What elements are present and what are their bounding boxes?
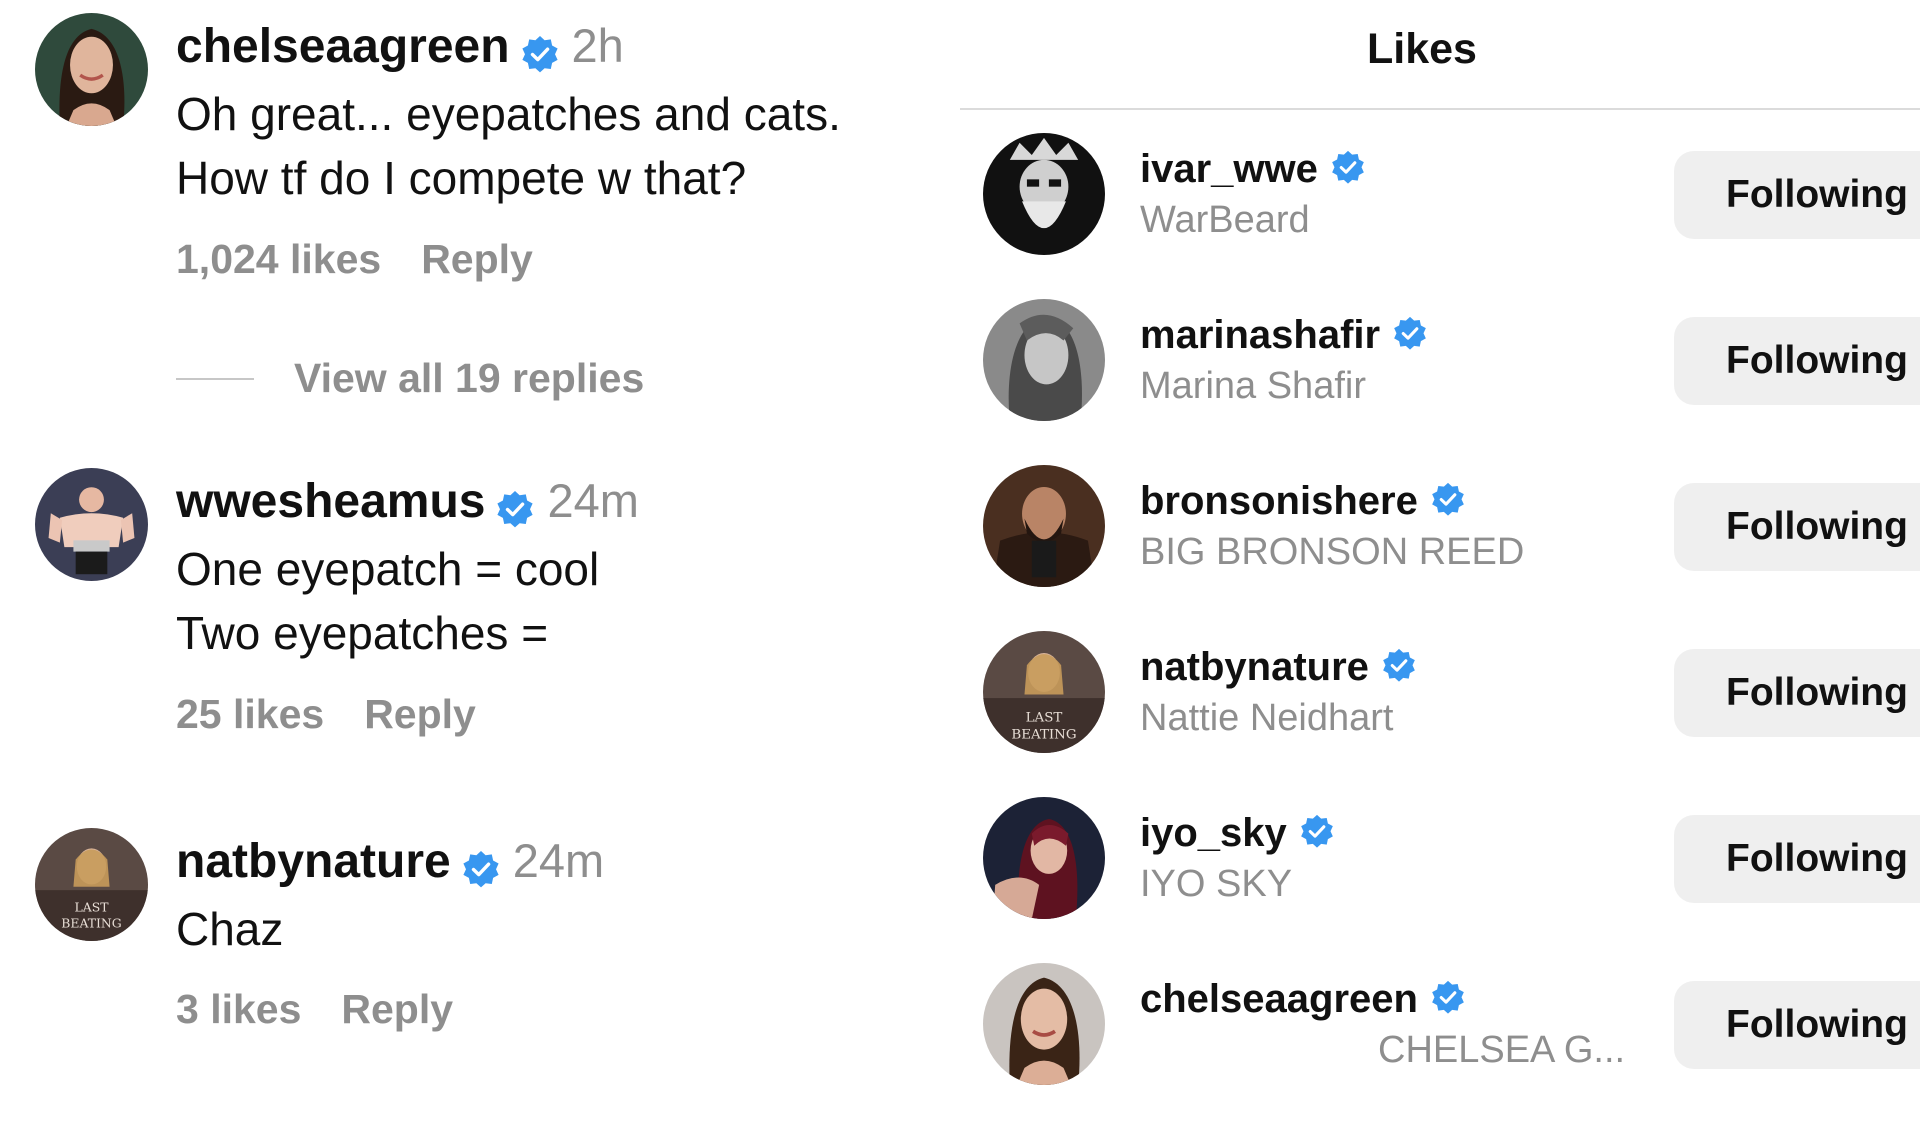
avatar-iyo-sky[interactable]	[983, 797, 1105, 919]
like-display-name: CHELSEA G...	[1378, 1029, 1626, 1071]
like-username[interactable]: chelseaagreen	[1140, 975, 1466, 1023]
comment-likes-count[interactable]: 25 likes	[176, 691, 324, 737]
replies-divider-line	[176, 377, 254, 380]
like-display-name: IYO SKY	[1140, 863, 1293, 905]
verified-badge-icon	[1330, 150, 1366, 186]
like-display-name: Nattie Neidhart	[1140, 697, 1394, 739]
avatar-chelseaagreen[interactable]	[983, 963, 1105, 1085]
like-user-row[interactable]: iyo_sky IYO SKY Following	[960, 797, 1920, 963]
view-replies-button[interactable]: View all 19 replies	[176, 355, 644, 405]
reply-button[interactable]: Reply	[364, 691, 476, 737]
svg-text:BEATING: BEATING	[61, 915, 121, 930]
like-user-row[interactable]: marinashafir Marina Shafir Following	[960, 299, 1920, 465]
like-username[interactable]: iyo_sky	[1140, 809, 1335, 857]
verified-badge-icon	[520, 35, 560, 75]
comment-text: Chaz	[176, 897, 283, 961]
comment-text-line: One eyepatch = cool	[176, 543, 600, 595]
likes-divider	[960, 108, 1920, 110]
like-display-name: WarBeard	[1140, 199, 1310, 241]
like-username-text: bronsonishere	[1140, 479, 1418, 523]
like-username-text: natbynature	[1140, 645, 1369, 689]
comment-text-line: How tf do I compete w that?	[176, 152, 747, 204]
svg-text:LAST: LAST	[74, 900, 109, 915]
comment-text: Oh great... eyepatches and cats. How tf …	[176, 82, 841, 210]
following-button[interactable]: Following	[1674, 649, 1920, 737]
comment-username[interactable]: chelseaagreen	[176, 20, 510, 73]
comment-username[interactable]: wwesheamus	[176, 475, 485, 528]
comment-actions: 3 likes Reply	[176, 986, 453, 1033]
reply-button[interactable]: Reply	[341, 986, 453, 1032]
like-username-text: iyo_sky	[1140, 811, 1287, 855]
comment-actions: 25 likes Reply	[176, 691, 476, 738]
avatar-wwesheamus[interactable]	[35, 468, 148, 581]
comment-item: wwesheamus 24m One eyepatch = cool Two ey…	[0, 455, 940, 795]
comment-header: chelseaagreen 2h	[176, 18, 624, 74]
view-replies-label: View all 19 replies	[294, 355, 645, 401]
reply-button[interactable]: Reply	[421, 236, 533, 282]
comment-text-line: Chaz	[176, 903, 284, 955]
comment-text-line: Oh great... eyepatches and cats.	[176, 88, 841, 140]
like-display-name: Marina Shafir	[1140, 365, 1366, 407]
like-user-row[interactable]: bronsonishere BIG BRONSON REED Following	[960, 465, 1920, 631]
like-username[interactable]: bronsonishere	[1140, 477, 1466, 525]
like-username-text: marinashafir	[1140, 313, 1381, 357]
verified-badge-icon	[495, 490, 535, 530]
comment-text: One eyepatch = cool Two eyepatches =	[176, 537, 599, 665]
like-user-row[interactable]: LAST BEATING natbynature Nattie Neidhart…	[960, 631, 1920, 797]
following-button[interactable]: Following	[1674, 981, 1920, 1069]
following-button[interactable]: Following	[1674, 151, 1920, 239]
comment-header: wwesheamus 24m	[176, 473, 639, 529]
comment-item: LAST BEATING natbynature 24m Chaz 3 likes…	[0, 815, 940, 1080]
verified-badge-icon	[1392, 316, 1428, 352]
verified-badge-icon	[1381, 648, 1417, 684]
like-username[interactable]: marinashafir	[1140, 311, 1428, 359]
comment-likes-count[interactable]: 1,024 likes	[176, 236, 381, 282]
avatar-natbynature[interactable]: LAST BEATING	[35, 828, 148, 941]
like-user-row[interactable]: ivar_wwe WarBeard Following	[960, 133, 1920, 299]
avatar-bronsonishere[interactable]	[983, 465, 1105, 587]
like-username[interactable]: ivar_wwe	[1140, 145, 1366, 193]
like-username-text: ivar_wwe	[1140, 147, 1318, 191]
avatar-natbynature[interactable]: LAST BEATING	[983, 631, 1105, 753]
likes-header: Likes	[960, 0, 1530, 98]
svg-text:LAST: LAST	[1026, 710, 1063, 725]
svg-text:BEATING: BEATING	[1011, 727, 1076, 742]
comment-text-line: Two eyepatches =	[176, 607, 549, 659]
avatar-ivar-wwe[interactable]	[983, 133, 1105, 255]
comment-timestamp[interactable]: 2h	[572, 19, 624, 72]
comment-item: chelseaagreen 2h Oh great... eyepatches a…	[0, 0, 940, 420]
following-button[interactable]: Following	[1674, 815, 1920, 903]
comment-timestamp[interactable]: 24m	[547, 474, 638, 527]
verified-badge-icon	[461, 850, 501, 890]
like-user-row[interactable]: chelseaagreen CHELSEA G... Following	[960, 963, 1920, 1129]
avatar-chelseaagreen[interactable]	[35, 13, 148, 126]
comments-panel: chelseaagreen 2h Oh great... eyepatches a…	[0, 0, 960, 1080]
comment-likes-count[interactable]: 3 likes	[176, 986, 301, 1032]
like-username-text: chelseaagreen	[1140, 977, 1418, 1021]
likes-panel: Likes ivar_wwe WarBeard Following marina…	[960, 0, 1920, 1085]
verified-badge-icon	[1299, 814, 1335, 850]
like-display-name: BIG BRONSON REED	[1140, 531, 1525, 573]
verified-badge-icon	[1430, 980, 1466, 1016]
comment-header: natbynature 24m	[176, 833, 604, 889]
comment-timestamp[interactable]: 24m	[513, 834, 604, 887]
verified-badge-icon	[1430, 482, 1466, 518]
comment-actions: 1,024 likes Reply	[176, 236, 533, 283]
like-username[interactable]: natbynature	[1140, 643, 1417, 691]
following-button[interactable]: Following	[1674, 483, 1920, 571]
comment-username[interactable]: natbynature	[176, 835, 451, 888]
likes-title: Likes	[1367, 25, 1477, 73]
following-button[interactable]: Following	[1674, 317, 1920, 405]
avatar-marinashafir[interactable]	[983, 299, 1105, 421]
